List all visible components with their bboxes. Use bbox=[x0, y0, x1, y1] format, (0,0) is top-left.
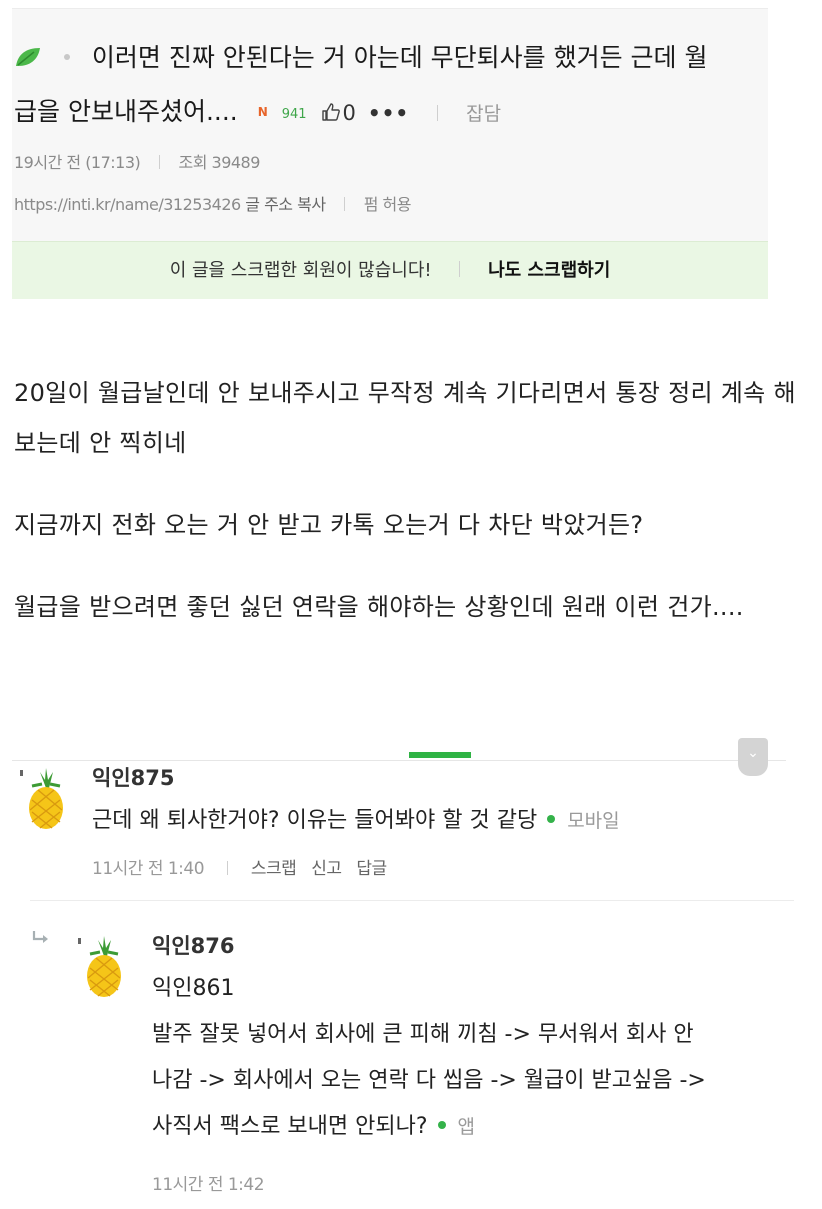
post-header: 이러면 진짜 안된다는 거 아는데 무단퇴사를 했거든 근데 월 급을 안보내주… bbox=[12, 8, 768, 299]
device-label: 앱 bbox=[457, 1116, 476, 1138]
reply-line: 나감 -> 회사에서 오는 연락 다 씹음 -> 월급이 받고싶음 -> bbox=[152, 1068, 706, 1093]
comments-divider bbox=[12, 760, 786, 761]
scrap-comment-button[interactable]: 스크랩 bbox=[251, 859, 297, 879]
scrap-message: 이 글을 스크랩한 회원이 많습니다! bbox=[169, 260, 432, 281]
views-badge: 941 bbox=[281, 107, 307, 122]
device-label: 모바일 bbox=[567, 810, 620, 832]
copy-url-button[interactable]: 글 주소 복사 bbox=[245, 195, 326, 214]
reply-nickname[interactable]: 익인876 bbox=[152, 930, 234, 960]
post-title-line1: 이러면 진짜 안된다는 거 아는데 무단퇴사를 했거든 근데 월 bbox=[91, 43, 708, 72]
reply-meta: 11시간 전 1:42 bbox=[152, 1170, 265, 1195]
divider bbox=[226, 861, 228, 875]
divider bbox=[459, 261, 461, 277]
comment-body: 근데 왜 퇴사한거야? 이유는 들어봐야 할 것 같당 bbox=[92, 808, 538, 833]
more-button[interactable]: ••• bbox=[368, 101, 409, 125]
reply-time: 11시간 전 1:42 bbox=[152, 1175, 265, 1195]
pineapple-avatar-icon bbox=[78, 936, 121, 997]
category-label[interactable]: 잡담 bbox=[466, 103, 501, 125]
post-url: https://inti.kr/name/31253426 bbox=[14, 195, 241, 214]
report-comment-button[interactable]: 신고 bbox=[311, 859, 342, 879]
post-title: 이러면 진짜 안된다는 거 아는데 무단퇴사를 했거든 근데 월 급을 안보내주… bbox=[14, 31, 754, 142]
new-badge: N bbox=[257, 105, 268, 119]
chevron-down-icon[interactable]: ⌄ bbox=[738, 738, 768, 776]
post-paragraph: 20일이 월급날인데 안 보내주시고 무작정 계속 기다리면서 통장 정리 계속… bbox=[14, 379, 796, 457]
post-time: 19시간 전 (17:13) bbox=[14, 153, 141, 172]
scrap-banner: 이 글을 스크랩한 회원이 많습니다! 나도 스크랩하기 bbox=[12, 241, 768, 299]
separator-dot bbox=[63, 54, 70, 60]
comment-nickname[interactable]: 익인875 bbox=[92, 762, 174, 792]
post-paragraph: 월급을 받으려면 좋던 싫던 연락을 해야하는 상황인데 원래 이런 건가...… bbox=[14, 593, 744, 621]
comment-meta: 11시간 전 1:40 스크랩 신고 답글 bbox=[92, 854, 397, 879]
post-url-row: https://inti.kr/name/31253426 글 주소 복사 펌 … bbox=[14, 191, 412, 215]
divider bbox=[158, 155, 160, 169]
view-count: 조회 39489 bbox=[178, 153, 260, 172]
divider bbox=[437, 105, 439, 121]
comment-time: 11시간 전 1:40 bbox=[92, 859, 205, 879]
post-body: 20일이 월급날인데 안 보내주시고 무작정 계속 기다리면서 통장 정리 계속… bbox=[14, 368, 804, 664]
scrap-button[interactable]: 나도 스크랩하기 bbox=[488, 260, 610, 281]
status-dot bbox=[437, 1121, 446, 1129]
reply-divider bbox=[30, 900, 794, 901]
thumbs-up-icon[interactable] bbox=[321, 102, 341, 122]
reply-line: 사직서 팩스로 보내면 안되나? bbox=[152, 1114, 428, 1139]
reply-text: 익인861 발주 잘못 넣어서 회사에 큰 피해 끼침 -> 무서워서 회사 안… bbox=[152, 966, 802, 1150]
reply-comment-button[interactable]: 답글 bbox=[356, 859, 387, 879]
repost-permission: 펌 허용 bbox=[363, 195, 412, 214]
like-count: 0 bbox=[342, 101, 356, 125]
pineapple-avatar-icon bbox=[20, 768, 63, 829]
reply-line: 발주 잘못 넣어서 회사에 큰 피해 끼침 -> 무서워서 회사 안 bbox=[152, 1022, 694, 1047]
comment-text: 근데 왜 퇴사한거야? 이유는 들어봐야 할 것 같당 모바일 bbox=[92, 798, 620, 844]
post-title-line2: 급을 안보내주셨어.... bbox=[14, 97, 238, 126]
post-paragraph: 지금까지 전화 오는 거 안 받고 카톡 오는거 다 차단 박았거든? bbox=[14, 511, 644, 539]
status-dot bbox=[547, 815, 556, 823]
reply-arrow-icon bbox=[32, 931, 48, 943]
divider bbox=[344, 197, 346, 211]
reply-mention[interactable]: 익인861 bbox=[152, 966, 802, 1012]
post-meta: 19시간 전 (17:13) 조회 39489 bbox=[14, 149, 260, 173]
comments-divider-accent bbox=[409, 752, 471, 758]
leaf-icon bbox=[16, 48, 40, 66]
